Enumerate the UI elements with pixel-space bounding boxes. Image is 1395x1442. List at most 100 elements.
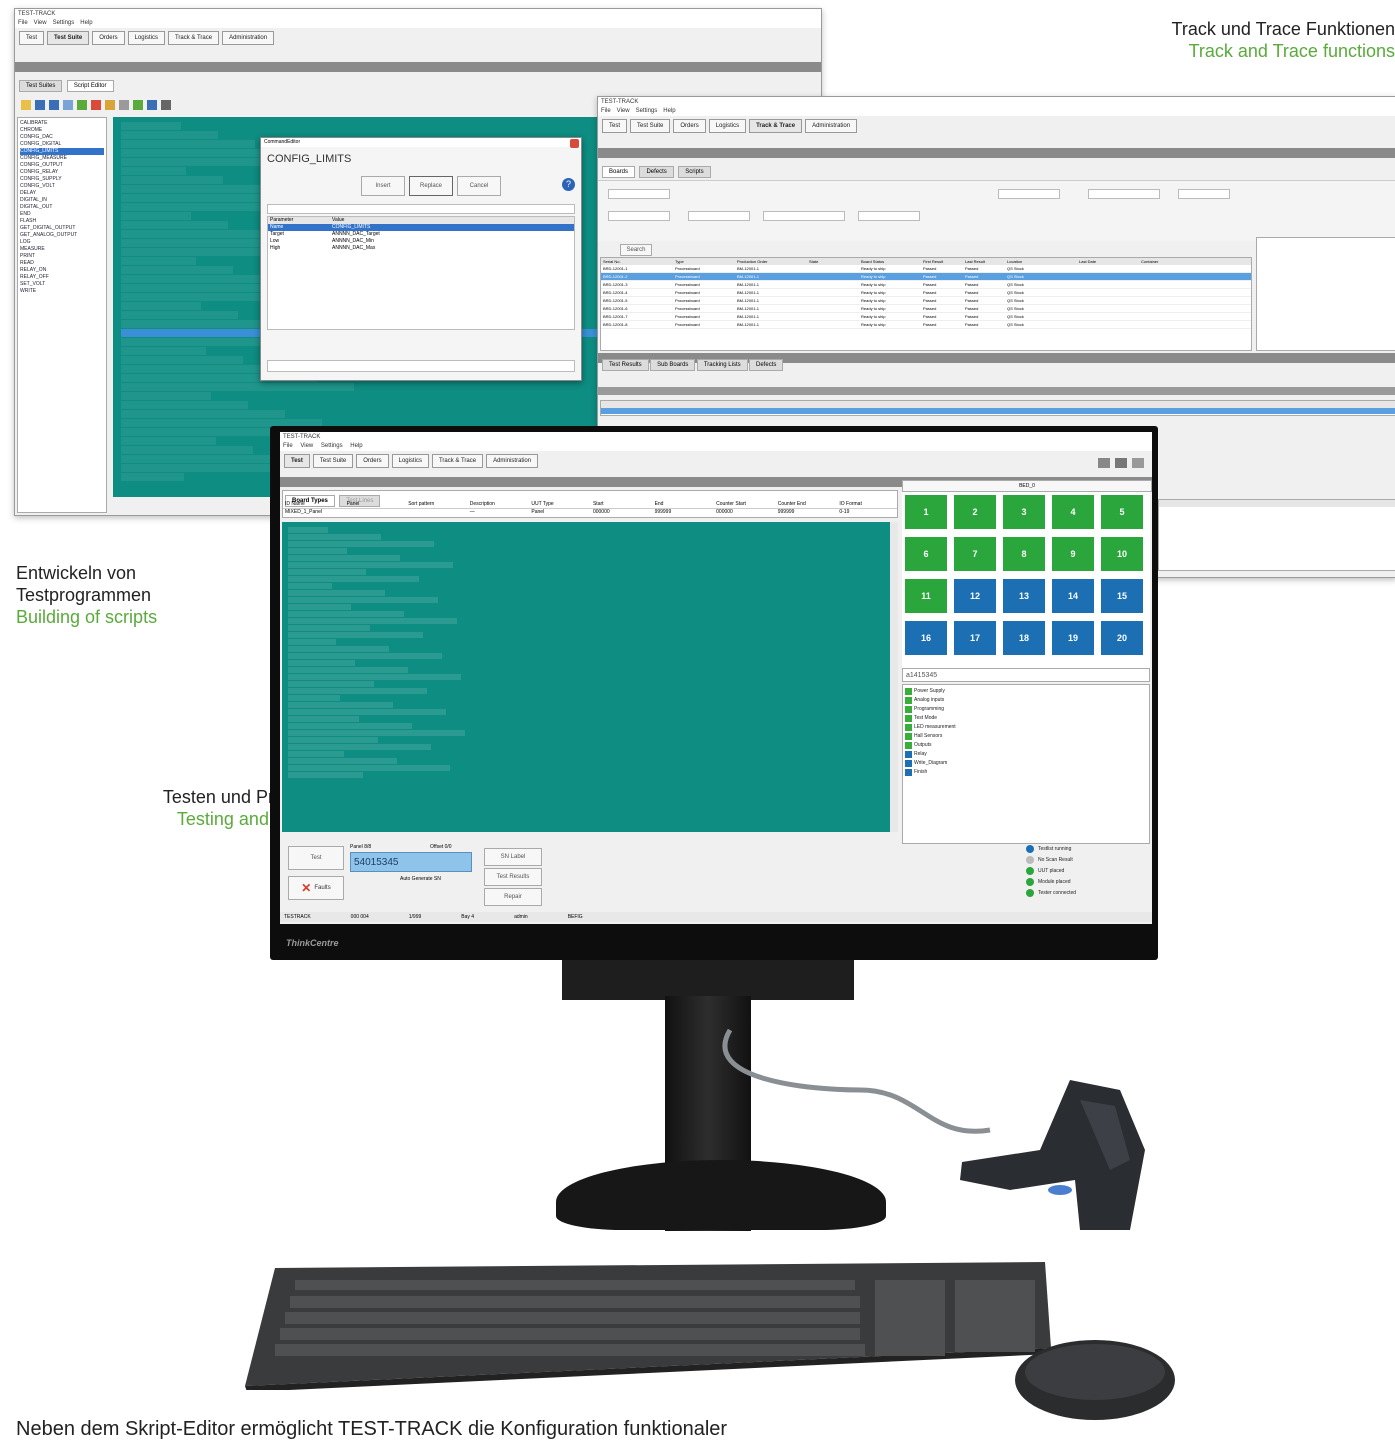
- panel-cell[interactable]: 9: [1051, 536, 1095, 572]
- search-button[interactable]: Search: [620, 244, 652, 256]
- command-list-item[interactable]: CONFIG_LIMITS: [20, 148, 104, 155]
- table-row[interactable]: BRD-12001-6 Processboard BM-12001-1 Ready t…: [601, 305, 1251, 313]
- command-list-item[interactable]: END: [20, 211, 104, 218]
- panel-cell[interactable]: 4: [1051, 494, 1095, 530]
- tab-administration[interactable]: Administration: [486, 454, 539, 468]
- command-list-item[interactable]: CONFIG_MEASURE: [20, 155, 104, 162]
- cut-icon[interactable]: [105, 100, 115, 110]
- board-column-header[interactable]: Counter End: [776, 501, 838, 508]
- table-row[interactable]: BRD-12001-8 Processboard BM-12001-1 Ready t…: [601, 321, 1251, 329]
- cancel-button[interactable]: Cancel: [457, 176, 501, 196]
- command-list-item[interactable]: CONFIG_DAC: [20, 134, 104, 141]
- command-list-item[interactable]: SET_VOLT: [20, 281, 104, 288]
- save-all-icon[interactable]: [49, 100, 59, 110]
- panel-cell[interactable]: 6: [904, 536, 948, 572]
- subtab-tracking-lists[interactable]: Tracking Lists: [696, 359, 748, 371]
- command-list-item[interactable]: CONFIG_RELAY: [20, 169, 104, 176]
- filter-order-field[interactable]: [688, 211, 750, 221]
- menu-settings[interactable]: Settings: [321, 443, 343, 449]
- command-list-item[interactable]: DIGITAL_IN: [20, 197, 104, 204]
- copy-icon[interactable]: [119, 100, 129, 110]
- boards-column-header[interactable]: Last Date: [1077, 258, 1139, 265]
- boards-column-header[interactable]: Location: [1005, 258, 1077, 265]
- command-list-item[interactable]: FLASH: [20, 218, 104, 225]
- subtab-scripts[interactable]: Scripts: [678, 166, 711, 178]
- tab-track-trace[interactable]: Track & Trace: [431, 454, 484, 468]
- tab-track-trace[interactable]: Track & Trace: [167, 31, 220, 45]
- command-list-item[interactable]: CHROME: [20, 127, 104, 134]
- panel-cell[interactable]: 14: [1051, 578, 1095, 614]
- filter-type-field[interactable]: [608, 189, 670, 199]
- tab-administration[interactable]: Administration: [805, 119, 858, 133]
- command-list-item[interactable]: CONFIG_OUTPUT: [20, 162, 104, 169]
- command-list-item[interactable]: READ: [20, 260, 104, 267]
- save-icon[interactable]: [35, 100, 45, 110]
- sn-label-button[interactable]: SN Label: [484, 848, 542, 866]
- command-list-item[interactable]: CONFIG_VOLT: [20, 183, 104, 190]
- boards-column-header[interactable]: State: [807, 258, 859, 265]
- boards-column-header[interactable]: Container: [1139, 258, 1201, 265]
- insert-button[interactable]: Insert: [361, 176, 405, 196]
- filter-serial-field[interactable]: [608, 211, 670, 221]
- connection-icon[interactable]: [1098, 458, 1110, 468]
- replace-button[interactable]: Replace: [409, 176, 453, 196]
- filter-date-field[interactable]: [763, 211, 845, 221]
- subtab-sub-boards[interactable]: Sub Boards: [650, 359, 696, 371]
- command-list-item[interactable]: PRINT: [20, 253, 104, 260]
- open-folder-icon[interactable]: [21, 100, 31, 110]
- command-list-item[interactable]: CONFIG_SUPPLY: [20, 176, 104, 183]
- settings-icon[interactable]: [161, 100, 171, 110]
- boards-column-header[interactable]: Production Order: [735, 258, 807, 265]
- print-icon[interactable]: [63, 100, 73, 110]
- dialog-table-row[interactable]: Target ANNNN_DAC_Target: [268, 231, 574, 238]
- board-column-header[interactable]: IO Format: [837, 501, 897, 508]
- menu-help[interactable]: Help: [350, 443, 362, 449]
- faults-button[interactable]: ✕ Faults: [288, 876, 344, 900]
- tab-test-suite[interactable]: Test Suite: [312, 454, 354, 468]
- boards-column-header[interactable]: Board Status: [859, 258, 921, 265]
- table-row[interactable]: BRD-12001-5 Processboard BM-12001-1 Ready t…: [601, 297, 1251, 305]
- subtab-test-suites[interactable]: Test Suites: [19, 80, 63, 92]
- boards-column-header[interactable]: Last Result: [963, 258, 1005, 265]
- board-column-header[interactable]: Start: [591, 501, 653, 508]
- stop-icon[interactable]: [91, 100, 101, 110]
- panel-cell[interactable]: 17: [953, 620, 997, 656]
- menu-file[interactable]: File: [283, 443, 293, 449]
- panel-cell[interactable]: 12: [953, 578, 997, 614]
- building-icon[interactable]: [1132, 458, 1144, 468]
- panel-cell[interactable]: 18: [1002, 620, 1046, 656]
- users-icon[interactable]: [1115, 458, 1127, 468]
- tab-test-suite[interactable]: Test Suite: [47, 31, 90, 45]
- command-list-item[interactable]: RELAY_OFF: [20, 274, 104, 281]
- table-row[interactable]: BRD-12001-3 Processboard BM-12001-1 Ready t…: [601, 281, 1251, 289]
- panel-cell[interactable]: 10: [1100, 536, 1144, 572]
- subtab-test-results[interactable]: Test Results: [602, 359, 649, 371]
- help-icon[interactable]: ?: [562, 178, 575, 191]
- board-column-header[interactable]: Panel: [345, 501, 407, 508]
- command-list-item[interactable]: CONFIG_DIGITAL: [20, 141, 104, 148]
- command-list-item[interactable]: RELAY_ON: [20, 267, 104, 274]
- dialog-command-field[interactable]: [267, 204, 575, 214]
- panel-cell[interactable]: 7: [953, 536, 997, 572]
- filter-steps-field[interactable]: [858, 211, 920, 221]
- table-row[interactable]: BRD-12001-1 Processboard BM-12001-1 Ready t…: [601, 265, 1251, 273]
- filter-result-field[interactable]: [1178, 189, 1230, 199]
- command-list-item[interactable]: DIGITAL_OUT: [20, 204, 104, 211]
- repair-button[interactable]: Repair: [484, 888, 542, 906]
- tab-logistics[interactable]: Logistics: [127, 31, 165, 45]
- results-row-selected[interactable]: [601, 408, 1395, 414]
- tab-orders[interactable]: Orders: [673, 119, 706, 133]
- tab-test-suite[interactable]: Test Suite: [630, 119, 671, 133]
- panel-cell[interactable]: 11: [904, 578, 948, 614]
- paste-icon[interactable]: [133, 100, 143, 110]
- boards-column-header[interactable]: Type: [673, 258, 735, 265]
- command-list-item[interactable]: GET_DIGITAL_OUTPUT: [20, 225, 104, 232]
- dialog-table-row[interactable]: High ANNNN_DAC_Max: [268, 245, 574, 252]
- close-icon[interactable]: [570, 139, 579, 148]
- command-list-item[interactable]: DELAY: [20, 190, 104, 197]
- dialog-table-row[interactable]: Low ANNNN_DAC_Min: [268, 238, 574, 245]
- command-list-item[interactable]: GET_ANALOG_OUTPUT: [20, 232, 104, 239]
- board-column-header[interactable]: Description: [468, 501, 530, 508]
- dialog-table-row[interactable]: Name CONFIG_LIMITS: [268, 224, 574, 231]
- panel-cell[interactable]: 20: [1100, 620, 1144, 656]
